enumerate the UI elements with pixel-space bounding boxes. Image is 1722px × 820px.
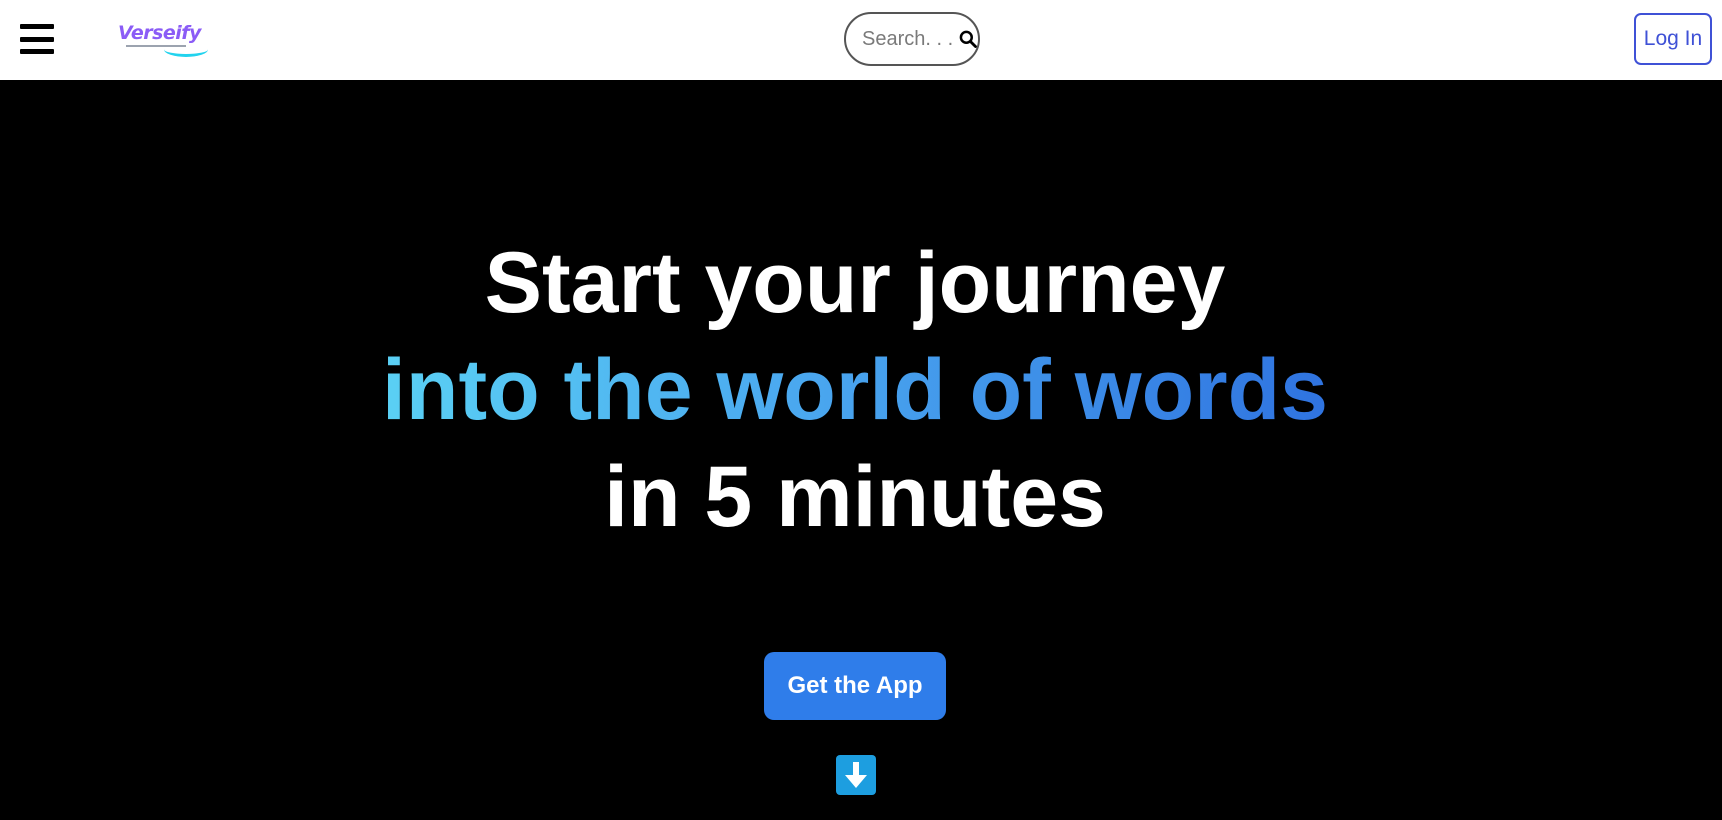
hamburger-menu-icon[interactable]	[20, 24, 54, 54]
login-button[interactable]: Log In	[1634, 13, 1712, 65]
headline-line-1: Start your journey	[484, 235, 1226, 331]
hamburger-bar	[20, 24, 54, 29]
headline-line-2: into the world of words	[382, 337, 1328, 444]
site-logo[interactable]: Verseify	[116, 20, 210, 58]
hamburger-bar	[20, 49, 54, 54]
hamburger-bar	[20, 36, 54, 42]
get-app-button[interactable]: Get the App	[764, 652, 946, 720]
headline-line-2-wrapper: into the world of words	[0, 337, 1710, 444]
top-navbar: Verseify Log In	[0, 0, 1722, 80]
hero-headline: Start your journey into the world of wor…	[0, 230, 1710, 551]
arrow-down-icon[interactable]	[836, 755, 876, 795]
hero-section: Start your journey into the world of wor…	[0, 80, 1722, 820]
search-box	[844, 12, 980, 66]
headline-line-3: in 5 minutes	[604, 449, 1106, 545]
arrow-down-glyph	[845, 762, 867, 788]
logo-swoosh	[164, 42, 208, 57]
search-icon[interactable]	[958, 28, 978, 50]
search-input[interactable]	[860, 26, 954, 52]
logo-text: Verseify	[118, 22, 201, 44]
